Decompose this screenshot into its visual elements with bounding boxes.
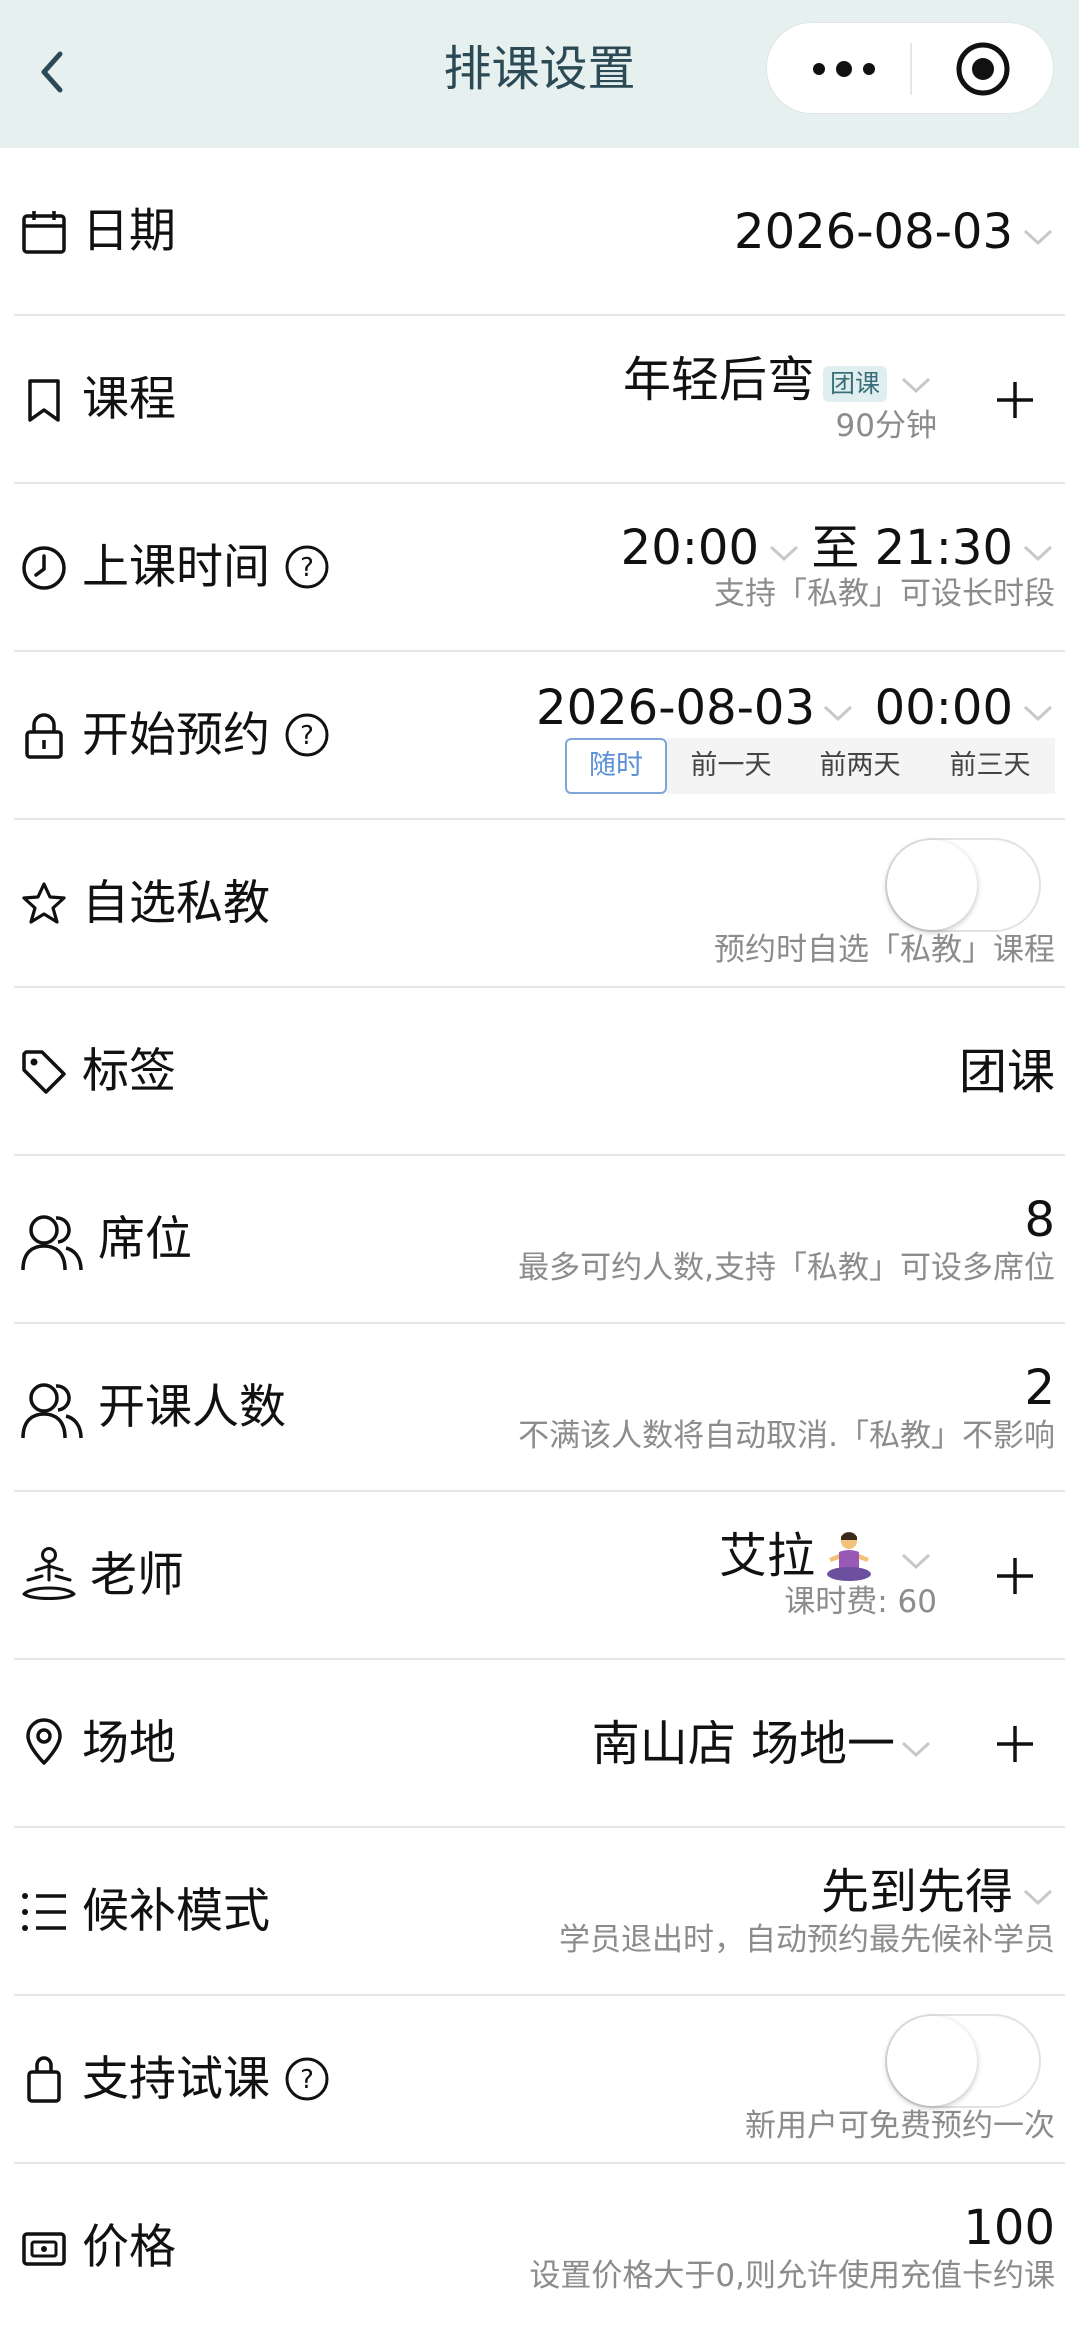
chevron-down-icon bbox=[1023, 705, 1053, 722]
row-price[interactable]: 价格 100 设置价格大于0,则允许使用充值卡约课 bbox=[14, 2164, 1065, 2332]
course-duration: 90分钟 bbox=[835, 408, 937, 444]
svg-text:?: ? bbox=[300, 721, 314, 751]
wallet-icon bbox=[22, 2232, 66, 2266]
row-date[interactable]: 日期 2026-08-03 bbox=[14, 148, 1065, 316]
segment-anytime[interactable]: 随时 bbox=[565, 738, 667, 794]
row-seats[interactable]: 席位 8 最多可约人数,支持「私教」可设多席位 bbox=[14, 1156, 1065, 1324]
waitlist-label: 候补模式 bbox=[82, 1884, 270, 1939]
course-label: 课程 bbox=[82, 372, 176, 427]
chevron-down-icon bbox=[901, 1553, 931, 1570]
tag-icon bbox=[22, 1050, 66, 1094]
trial-toggle[interactable] bbox=[885, 2014, 1041, 2108]
end-time-value[interactable]: 至 21:30 bbox=[811, 518, 1013, 578]
segment-two-days[interactable]: 前两天 bbox=[795, 738, 925, 794]
time-label: 上课时间 bbox=[82, 540, 270, 595]
target-close-icon[interactable] bbox=[955, 41, 1011, 97]
seats-hint: 最多可约人数,支持「私教」可设多席位 bbox=[518, 1250, 1055, 1286]
more-dots-icon[interactable] bbox=[807, 53, 881, 85]
star-icon bbox=[22, 882, 66, 924]
venue-label: 场地 bbox=[82, 1716, 176, 1771]
help-icon[interactable]: ? bbox=[284, 544, 330, 590]
price-hint: 设置价格大于0,则允许使用充值卡约课 bbox=[529, 2258, 1055, 2294]
time-hint: 支持「私教」可设长时段 bbox=[714, 576, 1055, 612]
row-venue[interactable]: 场地 南山店 场地一 bbox=[14, 1660, 1065, 1828]
min-people-hint: 不满该人数将自动取消.「私教」不影响 bbox=[518, 1418, 1055, 1454]
svg-text:?: ? bbox=[300, 2065, 314, 2095]
help-icon[interactable]: ? bbox=[284, 2056, 330, 2102]
segment-three-days[interactable]: 前三天 bbox=[925, 738, 1055, 794]
help-icon[interactable]: ? bbox=[284, 712, 330, 758]
chevron-down-icon bbox=[1023, 229, 1053, 246]
waitlist-value[interactable]: 先到先得 bbox=[821, 1862, 1013, 1922]
seats-label: 席位 bbox=[98, 1212, 192, 1267]
start-time-value[interactable]: 20:00 bbox=[621, 518, 759, 578]
row-private[interactable]: 自选私教 预约时自选「私教」课程 bbox=[14, 820, 1065, 988]
private-label: 自选私教 bbox=[82, 876, 270, 931]
teacher-label: 老师 bbox=[90, 1548, 184, 1603]
tag-value[interactable]: 团课 bbox=[959, 1042, 1055, 1102]
teacher-fee: 课时费: 60 bbox=[784, 1584, 937, 1620]
bookmark-icon bbox=[28, 379, 60, 422]
date-value[interactable]: 2026-08-03 bbox=[734, 202, 1013, 262]
teacher-value[interactable]: 艾拉 bbox=[719, 1526, 815, 1586]
nav-bar: 排课设置 bbox=[0, 0, 1079, 148]
chevron-down-icon bbox=[823, 705, 853, 722]
min-people-value[interactable]: 2 bbox=[1024, 1358, 1055, 1418]
row-tag[interactable]: 标签 团课 bbox=[14, 988, 1065, 1156]
price-label: 价格 bbox=[82, 2220, 176, 2275]
meditation-icon bbox=[22, 1547, 76, 1600]
chevron-down-icon bbox=[769, 545, 799, 562]
end-time: 21:30 bbox=[874, 520, 1013, 576]
list-icon bbox=[22, 1893, 66, 1931]
bag-icon bbox=[27, 2056, 61, 2103]
booking-time-value[interactable]: 00:00 bbox=[875, 678, 1013, 738]
add-teacher-button[interactable] bbox=[995, 1556, 1035, 1596]
add-venue-button[interactable] bbox=[995, 1724, 1035, 1764]
lock-icon bbox=[25, 713, 63, 759]
location-pin-icon bbox=[26, 1718, 62, 1765]
date-label: 日期 bbox=[82, 204, 176, 259]
calendar-icon bbox=[22, 211, 66, 254]
seats-value[interactable]: 8 bbox=[1024, 1190, 1055, 1250]
users-icon bbox=[21, 1215, 83, 1271]
segment-one-day[interactable]: 前一天 bbox=[667, 738, 795, 794]
price-value[interactable]: 100 bbox=[963, 2198, 1055, 2258]
row-teacher[interactable]: 老师 艾拉 课时费: 60 bbox=[14, 1492, 1065, 1660]
booking-label: 开始预约 bbox=[82, 708, 270, 763]
trial-label: 支持试课 bbox=[82, 2052, 270, 2107]
row-waitlist[interactable]: 候补模式 先到先得 学员退出时，自动预约最先候补学员 bbox=[14, 1828, 1065, 1996]
capsule-divider bbox=[910, 43, 912, 95]
person-lotus-emoji-icon bbox=[827, 1532, 871, 1581]
svg-text:?: ? bbox=[300, 553, 314, 583]
chevron-down-icon bbox=[901, 377, 931, 394]
chevron-down-icon bbox=[901, 1741, 931, 1758]
row-trial[interactable]: 支持试课 ? 新用户可免费预约一次 bbox=[14, 1996, 1065, 2164]
course-value[interactable]: 年轻后弯 bbox=[623, 350, 815, 410]
waitlist-hint: 学员退出时，自动预约最先候补学员 bbox=[559, 1922, 1055, 1958]
venue-value[interactable]: 南山店 场地一 bbox=[592, 1714, 895, 1774]
chevron-down-icon bbox=[1023, 545, 1053, 562]
clock-icon bbox=[22, 546, 66, 590]
toggle-knob bbox=[887, 2016, 977, 2106]
users-icon bbox=[21, 1383, 83, 1439]
to-label: 至 bbox=[811, 520, 860, 576]
booking-date-value[interactable]: 2026-08-03 bbox=[536, 678, 815, 738]
add-course-button[interactable] bbox=[995, 380, 1035, 420]
menu-capsule bbox=[766, 22, 1054, 114]
row-min-people[interactable]: 开课人数 2 不满该人数将自动取消.「私教」不影响 bbox=[14, 1324, 1065, 1492]
booking-offset-segmented: 随时 前一天 前两天 前三天 bbox=[565, 738, 1055, 794]
tag-label: 标签 bbox=[82, 1044, 176, 1099]
private-hint: 预约时自选「私教」课程 bbox=[714, 932, 1055, 968]
private-toggle[interactable] bbox=[885, 838, 1041, 932]
toggle-knob bbox=[887, 840, 977, 930]
course-type-badge: 团课 bbox=[822, 366, 887, 402]
row-booking[interactable]: 开始预约 ? 2026-08-03 00:00 随时 前一天 前两天 前三天 bbox=[14, 652, 1065, 820]
trial-hint: 新用户可免费预约一次 bbox=[745, 2108, 1055, 2144]
min-people-label: 开课人数 bbox=[98, 1380, 286, 1435]
row-course[interactable]: 课程 年轻后弯 团课 90分钟 bbox=[14, 316, 1065, 484]
chevron-down-icon bbox=[1023, 1889, 1053, 1906]
row-time[interactable]: 上课时间 ? 20:00 至 21:30 支持「私教」可设长时段 bbox=[14, 484, 1065, 652]
